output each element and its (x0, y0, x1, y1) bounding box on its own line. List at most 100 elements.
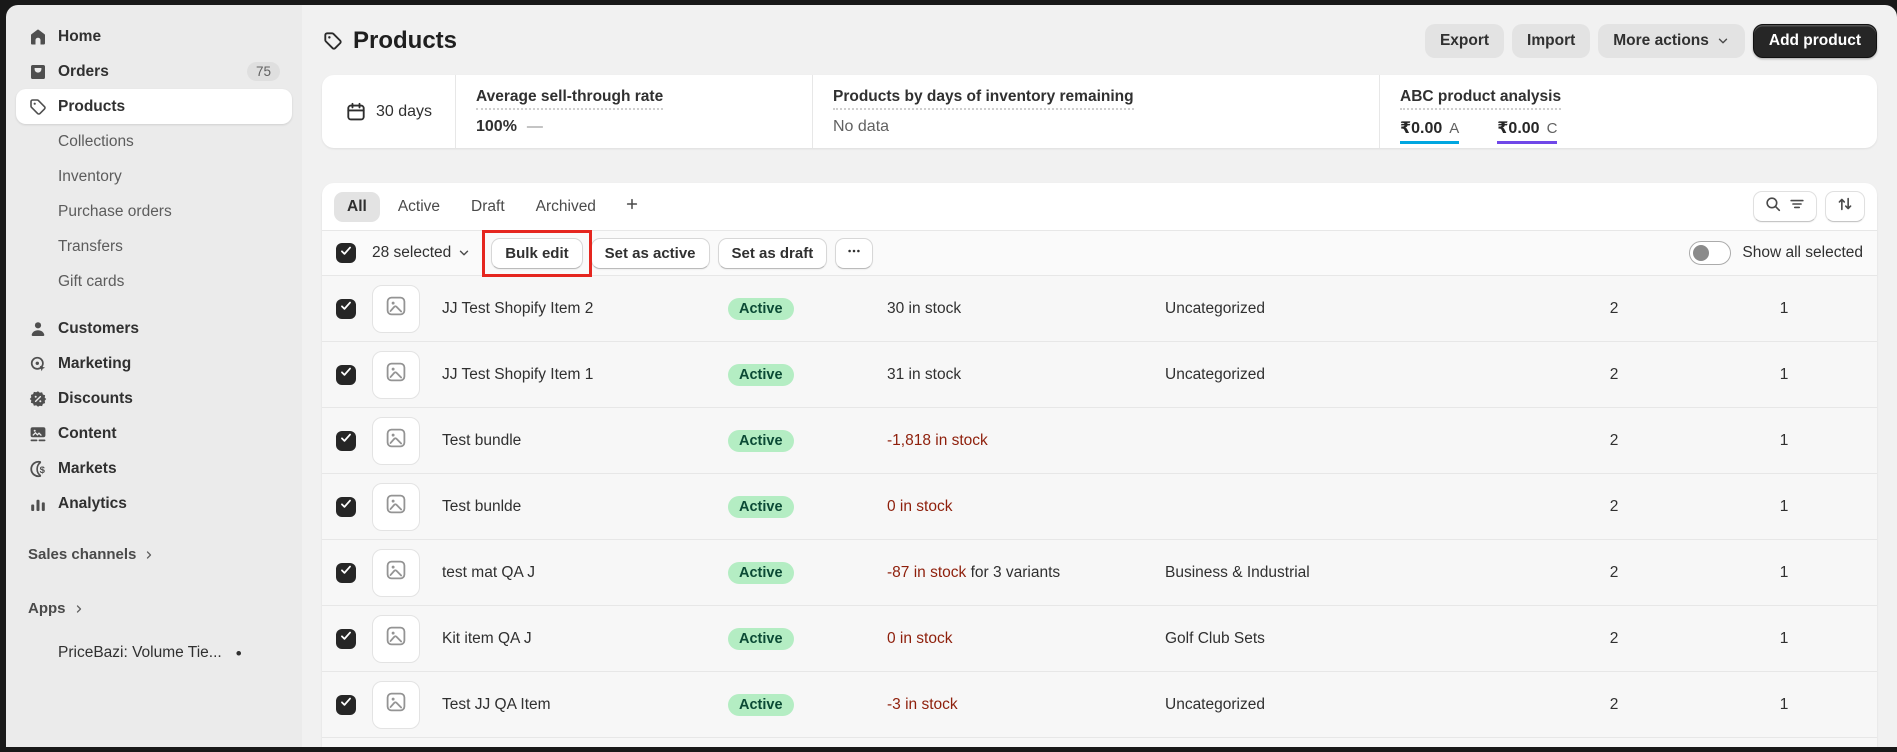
header-actions: Export Import More actions Add product (1424, 24, 1877, 58)
check-icon (339, 365, 353, 384)
product-thumbnail (372, 284, 420, 333)
analytics-icon (28, 494, 48, 514)
view-tab[interactable]: Draft (458, 192, 518, 222)
import-button[interactable]: Import (1512, 24, 1591, 58)
product-status-cell: Active (728, 363, 887, 386)
sidebar-section-sales-channels[interactable]: Sales channels (16, 546, 292, 563)
markets-icon: $ (28, 459, 48, 479)
row-checkbox[interactable] (336, 496, 356, 517)
sidebar-item[interactable]: Home (16, 19, 292, 54)
category-cell: Uncategorized (1165, 365, 1265, 383)
sidebar-item[interactable]: Inventory (16, 159, 292, 194)
sidebar-item[interactable]: Content (16, 416, 292, 451)
view-tab[interactable]: All (334, 191, 380, 222)
view-tab[interactable]: Active (385, 192, 453, 222)
inventory-cell: 0 in stock (887, 629, 953, 647)
status-badge: Active (728, 693, 794, 716)
row-checkbox[interactable] (336, 298, 356, 319)
variants-count-cell: 2 (1609, 563, 1619, 581)
sidebar-item[interactable]: Orders 75 (16, 54, 292, 89)
sidebar-item[interactable]: Purchase orders (16, 194, 292, 229)
table-row[interactable]: Test JJ QA Item Active -3 in stock Uncat… (322, 672, 1877, 738)
export-button[interactable]: Export (1424, 24, 1505, 58)
products-icon (28, 97, 48, 117)
sidebar-item-label: Discounts (58, 389, 133, 407)
show-all-selected-toggle[interactable] (1689, 241, 1732, 265)
sidebar-item-label: Marketing (58, 354, 132, 372)
stat-abc-title[interactable]: ABC product analysis (1400, 88, 1562, 110)
status-badge: Active (728, 297, 794, 320)
page-header: Products Export Import More actions Add … (322, 21, 1877, 61)
image-placeholder-icon (384, 690, 408, 719)
row-checkbox[interactable] (336, 694, 356, 715)
count-badge: 75 (246, 62, 280, 81)
table-row[interactable]: JJ Test Shopify Item 1 Active 31 in stoc… (322, 342, 1877, 408)
filter-icon (1788, 195, 1806, 218)
page-title: Products (322, 27, 457, 55)
table-row[interactable]: Test bundle Active -1,818 in stock 2 1 (322, 408, 1877, 474)
sidebar-item-pricebazi-app[interactable]: PriceBazi: Volume Tie... • (16, 644, 292, 662)
selected-count-dropdown[interactable]: 28 selected (372, 244, 471, 262)
sidebar-item[interactable]: Transfers (16, 229, 292, 264)
product-name: test mat QA J (442, 563, 536, 581)
product-name: JJ Test Shopify Item 2 (442, 299, 594, 317)
product-name: Test JJ QA Item (442, 695, 551, 713)
check-icon (339, 629, 353, 648)
row-checkbox[interactable] (336, 430, 356, 451)
view-tab[interactable]: Archived (523, 192, 609, 222)
selected-count-label: 28 selected (372, 244, 452, 261)
table-row[interactable]: JJ Test Shopify Item 2 Active 30 in stoc… (322, 276, 1877, 342)
table-row[interactable]: test mat QA J Active -87 in stock for 3 … (322, 540, 1877, 606)
orders-icon (28, 62, 48, 82)
row-checkbox[interactable] (336, 364, 356, 385)
date-range-selector[interactable]: 30 days (322, 75, 455, 148)
sidebar-item[interactable]: Marketing (16, 346, 292, 381)
product-status-cell: Active (728, 429, 887, 452)
products-table-card: All Active Draft Archived 28 selected Bu… (322, 183, 1877, 747)
sidebar-item-label: Content (58, 424, 117, 442)
category-cell: Uncategorized (1165, 695, 1265, 713)
channels-count-cell: 1 (1779, 695, 1789, 713)
sidebar-item[interactable]: Analytics (16, 486, 292, 521)
sidebar-item-label: Gift cards (58, 272, 125, 290)
sidebar-item-label: Collections (58, 132, 134, 150)
chevron-down-icon (457, 246, 471, 260)
select-all-checkbox[interactable] (336, 243, 356, 263)
search-filter-button[interactable] (1753, 191, 1817, 222)
sidebar-item[interactable]: Customers (16, 311, 292, 346)
table-row[interactable]: Kit item QA J Active 0 in stock Golf Clu… (322, 606, 1877, 672)
product-thumbnail (372, 350, 420, 399)
table-row[interactable]: Test bunlde Active 0 in stock 2 1 (322, 474, 1877, 540)
stat-inventory-days-title[interactable]: Products by days of inventory remaining (833, 88, 1134, 110)
sidebar-section-apps[interactable]: Apps (16, 600, 292, 617)
abc-grade-a-value: ₹0.00 A (1400, 118, 1460, 144)
bulk-action-button[interactable]: Bulk edit (491, 237, 583, 269)
sidebar-item[interactable]: $ Markets (16, 451, 292, 486)
category-cell: Uncategorized (1165, 299, 1265, 317)
channels-count-cell: 1 (1779, 629, 1789, 647)
bulk-action-button[interactable]: Set as active (590, 237, 710, 269)
row-checkbox[interactable] (336, 628, 356, 649)
sidebar-item[interactable]: Products (16, 89, 292, 124)
check-icon (339, 431, 353, 450)
add-product-button[interactable]: Add product (1752, 24, 1877, 58)
show-all-selected-label: Show all selected (1742, 244, 1863, 261)
channels-count-cell: 1 (1779, 497, 1789, 515)
stat-sell-through: Average sell-through rate 100% — (455, 75, 812, 148)
product-status-cell: Active (728, 495, 887, 518)
sidebar-item-label: Customers (58, 319, 139, 337)
sidebar-item[interactable]: Gift cards (16, 264, 292, 299)
more-bulk-actions-button[interactable] (835, 237, 874, 269)
sort-button[interactable] (1825, 191, 1865, 222)
stat-sell-through-title[interactable]: Average sell-through rate (476, 88, 664, 110)
bulk-action-buttons: Bulk edit Set as active Set as draft (482, 229, 828, 277)
sidebar-item[interactable]: Discounts (16, 381, 292, 416)
add-view-button[interactable] (614, 190, 650, 223)
status-badge: Active (728, 627, 794, 650)
more-actions-button[interactable]: More actions (1598, 24, 1745, 58)
bulk-action-button[interactable]: Set as draft (717, 237, 828, 269)
sidebar-item[interactable]: Collections (16, 124, 292, 159)
tab-label: Active (397, 197, 441, 215)
check-icon (339, 497, 353, 516)
row-checkbox[interactable] (336, 562, 356, 583)
